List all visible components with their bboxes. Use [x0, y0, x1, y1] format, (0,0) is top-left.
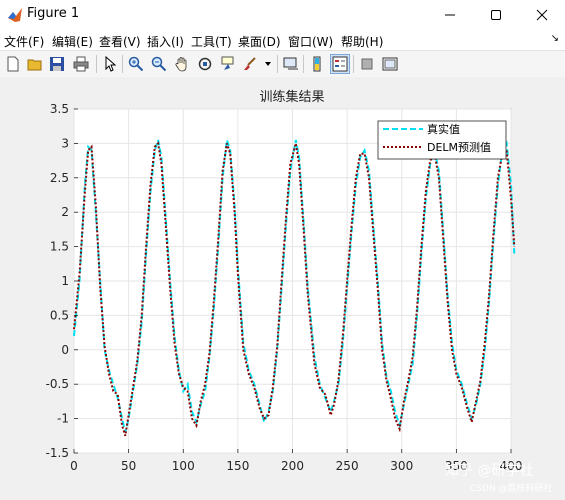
- x-tick-label: 50: [121, 459, 136, 473]
- x-tick-label: 200: [281, 459, 304, 473]
- menu-edit[interactable]: 编辑(E): [52, 33, 93, 50]
- legend-button[interactable]: [330, 54, 350, 74]
- rotate-3d-icon: [198, 57, 212, 71]
- colorbar-button[interactable]: [307, 54, 327, 74]
- open-file-icon: [27, 59, 42, 71]
- zoom-out-button[interactable]: [149, 54, 169, 74]
- figure-canvas[interactable]: 0 50 100 150 200 250 300 350 400 -1.5 -1 -0.5 0 0.5 1 1…: [0, 77, 565, 500]
- menu-overflow-icon[interactable]: ↘: [551, 33, 559, 44]
- y-tick-label: -1.5: [46, 446, 69, 460]
- menu-tools[interactable]: 工具(T): [191, 33, 232, 50]
- window-titlebar[interactable]: Figure 1: [0, 0, 565, 30]
- close-button[interactable]: [519, 0, 565, 30]
- zoom-out-icon: [151, 56, 167, 72]
- menu-window[interactable]: 窗口(W): [288, 33, 333, 50]
- brush-icon: [244, 57, 256, 70]
- data-cursor-icon: [221, 56, 234, 70]
- y-tick-label: 0.5: [50, 308, 69, 322]
- maximize-icon: [491, 10, 501, 20]
- pointer-icon: [105, 56, 117, 72]
- y-tick-label: 0: [61, 343, 69, 357]
- y-tick-label: 1.5: [50, 240, 69, 254]
- print-icon: [73, 56, 89, 72]
- hide-plot-tools-icon: [361, 58, 373, 70]
- x-tick-label: 150: [226, 459, 249, 473]
- brush-button[interactable]: [240, 54, 260, 74]
- link-plot-icon: [283, 57, 298, 70]
- new-figure-button[interactable]: [3, 54, 23, 74]
- toolbar-separator: [303, 55, 304, 73]
- data-cursor-button[interactable]: [218, 54, 238, 74]
- minimize-icon: [445, 14, 455, 16]
- menu-desktop[interactable]: 桌面(D): [238, 33, 281, 50]
- show-plot-tools-button[interactable]: [380, 54, 400, 74]
- maximize-button[interactable]: [473, 0, 519, 30]
- save-button[interactable]: [47, 54, 67, 74]
- link-plot-button[interactable]: [281, 54, 301, 74]
- pan-button[interactable]: [172, 54, 192, 74]
- new-figure-icon: [7, 56, 19, 72]
- brush-dropdown[interactable]: [262, 54, 274, 74]
- menu-view[interactable]: 查看(V): [99, 33, 141, 50]
- menu-help[interactable]: 帮助(H): [341, 33, 383, 50]
- pointer-button[interactable]: [100, 54, 120, 74]
- watermark-zhihu: 知乎 @研学社: [445, 463, 534, 479]
- open-file-button[interactable]: [25, 54, 45, 74]
- menu-bar: 文件(F) 编辑(E) 查看(V) 插入(I) 工具(T) 桌面(D) 窗口(W…: [0, 30, 565, 50]
- show-plot-tools-icon: [382, 57, 398, 71]
- legend-icon: [332, 56, 348, 72]
- watermark-csdn: CSDN @荔枝科研社: [470, 484, 553, 494]
- matlab-icon: [8, 8, 22, 22]
- figure-toolbar: [0, 50, 565, 78]
- close-icon: [536, 9, 548, 21]
- toolbar-separator: [122, 55, 123, 73]
- save-icon: [50, 57, 64, 71]
- chart-title: 训练集结果: [259, 89, 324, 105]
- chart-legend[interactable]: 真实值 DELM预测值: [377, 120, 507, 160]
- colorbar-icon: [313, 56, 321, 72]
- y-tick-label: 2: [61, 205, 69, 219]
- y-tick-label: 2.5: [50, 171, 69, 185]
- y-tick-label: 1: [61, 274, 69, 288]
- chevron-down-icon: [265, 62, 271, 66]
- menu-insert[interactable]: 插入(I): [147, 33, 184, 50]
- legend-label-true: 真实值: [427, 122, 460, 136]
- y-tick-label: 3: [61, 136, 69, 150]
- y-tick-label: -1: [57, 412, 69, 426]
- window-title: Figure 1: [27, 6, 80, 21]
- zoom-in-icon: [128, 56, 144, 72]
- x-tick-label: 0: [70, 459, 78, 473]
- toolbar-separator: [353, 55, 354, 73]
- line-chart[interactable]: 0 50 100 150 200 250 300 350 400-1.5-1-0.500.511…: [0, 77, 565, 500]
- zoom-in-button[interactable]: [126, 54, 146, 74]
- toolbar-separator: [277, 55, 278, 73]
- x-tick-label: 300: [390, 459, 413, 473]
- y-tick-label: -0.5: [46, 377, 69, 391]
- x-tick-label: 250: [336, 459, 359, 473]
- print-button[interactable]: [71, 54, 91, 74]
- minimize-button[interactable]: [427, 0, 473, 30]
- rotate-3d-button[interactable]: [195, 54, 215, 74]
- legend-label-pred: DELM预测值: [427, 141, 491, 154]
- menu-file[interactable]: 文件(F): [4, 33, 44, 50]
- x-tick-label: 100: [172, 459, 195, 473]
- y-tick-label: 3.5: [50, 102, 69, 116]
- hide-plot-tools-button[interactable]: [357, 54, 377, 74]
- pan-icon: [175, 57, 187, 72]
- toolbar-separator: [96, 55, 97, 73]
